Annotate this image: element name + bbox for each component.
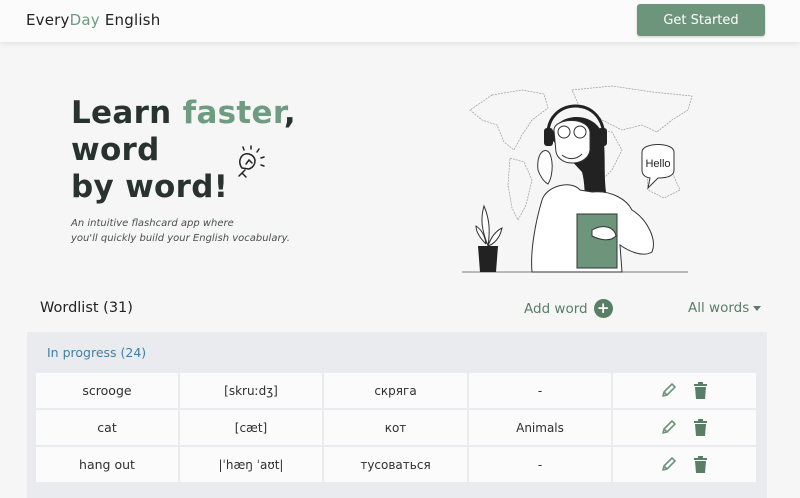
chevron-down-icon (753, 305, 762, 311)
translation-cell: скряга (324, 373, 469, 410)
delete-trash-icon[interactable] (692, 382, 710, 400)
transcription-cell: |ˈhæŋ ˈaʊt| (180, 447, 324, 484)
translation-cell: тусоваться (324, 447, 469, 484)
hero-subtitle-line2: you'll quickly build your English vocabu… (71, 233, 290, 244)
add-word-label: Add word (524, 300, 588, 317)
delete-trash-icon[interactable] (692, 456, 710, 474)
top-navbar: EveryDay English Get Started (0, 0, 800, 42)
lightbulb-icon (238, 145, 265, 178)
add-word-button[interactable]: Add word + (524, 299, 613, 318)
hero-title-faster: faster (182, 95, 284, 131)
word-cell: hang out (36, 447, 180, 484)
hero-title-comma: , (283, 95, 296, 131)
actions-cell (613, 410, 756, 447)
table-row: cat [cæt] кот Animals (36, 410, 756, 447)
actions-cell (613, 373, 756, 410)
hero-title-learn: Learn (71, 95, 183, 131)
word-cell: scrooge (36, 373, 180, 410)
delete-trash-icon[interactable] (692, 419, 710, 437)
word-cell: cat (36, 410, 180, 447)
category-cell: - (469, 373, 613, 410)
table-row: scrooge [skruːdʒ] скряга - (36, 373, 756, 410)
table-row: hang out |ˈhæŋ ˈaʊt| тусоваться - (36, 447, 756, 484)
category-cell: - (469, 447, 613, 484)
speech-bubble-text: Hello (645, 158, 670, 170)
edit-pencil-icon[interactable] (660, 419, 678, 437)
actions-cell (613, 447, 756, 484)
plus-circle-icon: + (593, 299, 613, 318)
app-logo[interactable]: EveryDay English (26, 11, 160, 29)
edit-pencil-icon[interactable] (660, 456, 678, 474)
in-progress-group-label[interactable]: In progress (24) (47, 345, 146, 360)
hero-illustration: Hello (462, 85, 693, 273)
logo-text-day: Day (69, 11, 100, 29)
words-filter-dropdown[interactable]: All words (688, 300, 762, 316)
get-started-button[interactable]: Get Started (637, 4, 765, 36)
filter-label: All words (688, 300, 750, 316)
hero-subtitle: An intuitive flashcard app where you'll … (71, 216, 290, 246)
edit-pencil-icon[interactable] (660, 382, 678, 400)
wordlist-title: Wordlist (31) (40, 300, 133, 316)
transcription-cell: [cæt] (180, 410, 324, 447)
category-cell: Animals (469, 410, 613, 447)
hero-subtitle-line1: An intuitive flashcard app where (71, 218, 234, 229)
transcription-cell: [skruːdʒ] (180, 373, 324, 410)
logo-text-every: Every (26, 11, 70, 29)
logo-text-english: English (99, 11, 161, 29)
translation-cell: кот (324, 410, 469, 447)
word-table: scrooge [skruːdʒ] скряга - cat [cæt] кот Animal… (36, 373, 756, 484)
